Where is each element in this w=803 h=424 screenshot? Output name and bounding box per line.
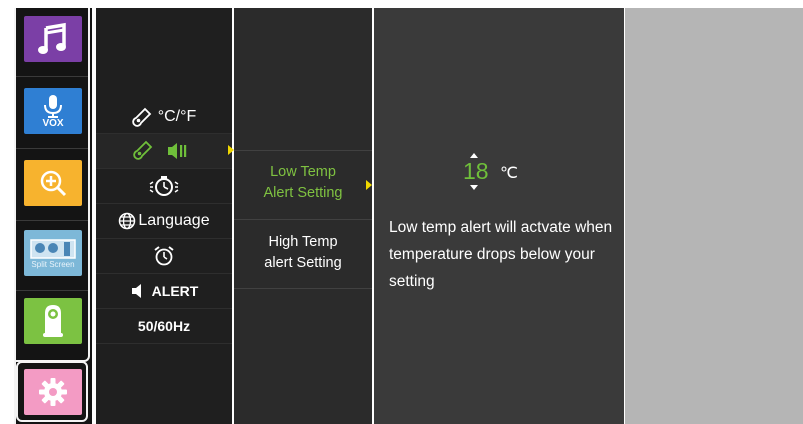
menu-item-label: °C/°F [157,108,197,125]
music-note-icon [38,22,66,54]
submenu-item-high-temp[interactable]: High Temp alert Setting [234,232,372,274]
menu-item-temp-alert[interactable] [96,134,232,168]
settings-menu: °C/°F Language ALERT 50/60Hz [96,8,232,424]
menu-item-alert[interactable]: ALERT [96,274,232,308]
sidebar-divider [16,76,90,77]
menu-item-alarm[interactable] [96,239,232,273]
temp-unit: ℃ [500,165,518,182]
temp-value[interactable]: 18 [463,158,489,185]
alarm-clock-icon [154,246,174,266]
submenu-divider [234,219,372,220]
menu-item-timer[interactable] [96,169,232,203]
submenu-label-line1: High Temp [268,234,338,250]
submenu-selection-arrow [366,180,372,190]
menu-item-language[interactable]: Language [96,204,232,238]
settings-button[interactable] [24,369,82,415]
baby-camera-icon [43,305,63,337]
thermometer-icon [131,107,151,127]
menu-item-label: ALERT [151,283,199,299]
zoom-button[interactable] [24,160,82,206]
submenu-item-low-temp[interactable]: Low Temp Alert Setting [234,162,372,204]
decrease-temp-button[interactable] [470,185,478,190]
submenu-label-line2: alert Setting [264,255,342,271]
menu-item-temp-unit[interactable]: °C/°F [96,100,232,134]
submenu-divider [234,288,372,289]
split-screen-label: Split Screen [31,259,75,269]
music-button[interactable] [24,16,82,62]
sidebar-divider [16,290,90,291]
timer-icon [149,176,179,196]
alert-description: Low temp alert will actvate when tempera… [389,219,613,290]
sidebar-divider [16,220,90,221]
microphone-icon [44,94,62,118]
sidebar-divider [16,148,90,149]
temp-alert-submenu: Low Temp Alert Setting High Temp alert S… [234,8,372,424]
menu-divider [96,343,232,344]
temperature-alert-icon [133,140,187,160]
globe-icon [119,212,136,230]
camera-button[interactable] [24,298,82,344]
sidebar-border [14,8,16,424]
menu-item-label: Language [138,212,210,229]
submenu-divider [234,150,372,151]
menu-item-frequency[interactable]: 50/60Hz [96,309,232,343]
zoom-in-icon [40,170,67,197]
split-screen-icon [30,238,76,259]
speaker-icon [131,284,141,298]
split-screen-button[interactable]: Split Screen [24,230,82,276]
submenu-label-line2: Alert Setting [263,185,343,201]
submenu-label-line1: Low Temp [270,164,336,180]
vox-button[interactable]: VOX [24,88,82,134]
menu-item-label: 50/60Hz [137,318,191,334]
gear-icon [39,378,67,406]
empty-pane [625,8,803,424]
vox-label: VOX [42,117,64,129]
